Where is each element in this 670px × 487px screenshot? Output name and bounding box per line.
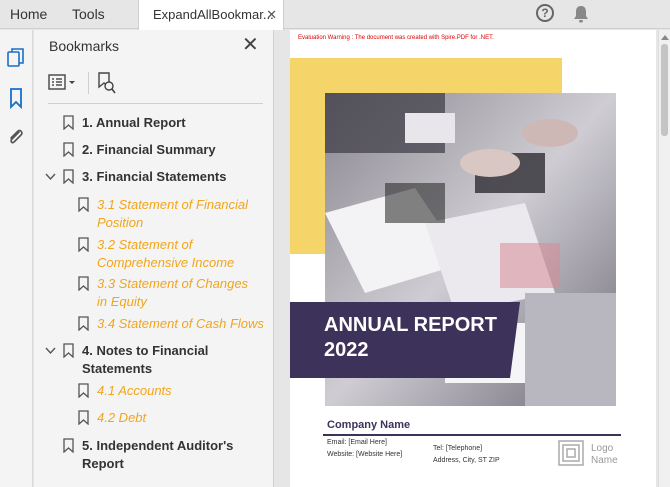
bookmark-label: 2. Financial Summary (82, 142, 216, 157)
bookmark-icon (78, 237, 89, 252)
bookmark-icon (63, 115, 74, 130)
bookmark-icon (78, 197, 89, 212)
tab-document-label: ExpandAllBookmar... (153, 7, 274, 22)
bookmarks-toolbar (48, 70, 263, 104)
tab-document[interactable]: ExpandAllBookmar... ✕ (138, 0, 284, 30)
close-icon[interactable]: ✕ (242, 34, 259, 56)
bookmark-item[interactable]: 2. Financial Summary (63, 141, 263, 159)
scroll-up-icon[interactable] (661, 35, 669, 40)
bookmark-label: 3.1 Statement of Financial Position (97, 197, 249, 230)
bookmark-icon (78, 316, 89, 331)
address-text: Address, City, ST ZIP (433, 457, 500, 464)
website-text: Website: [Website Here] (327, 451, 403, 458)
tab-bar: Home Tools ExpandAllBookmar... ✕ ? (0, 0, 670, 30)
bookmark-label: 4. Notes to Financial Statements (82, 343, 209, 376)
bookmark-item[interactable]: 1. Annual Report (63, 114, 263, 132)
bookmark-icon (63, 438, 74, 453)
tel-text: Tel: [Telephone] (433, 445, 483, 452)
pages-icon[interactable] (6, 47, 26, 69)
attachment-icon[interactable] (6, 126, 26, 148)
company-divider (323, 434, 621, 436)
logo-line2: Name (591, 455, 618, 466)
bookmark-icon (78, 410, 89, 425)
bookmark-label: 3.2 Statement of Comprehensive Income (97, 237, 235, 270)
bookmarks-panel: Bookmarks ✕ 1. Annual Report 2. Financia… (34, 30, 274, 487)
bookmark-label: 3.4 Statement of Cash Flows (97, 316, 264, 331)
document-view: Evaluation Warning : The document was cr… (275, 30, 670, 487)
chevron-down-icon[interactable] (45, 173, 56, 181)
help-icon[interactable]: ? (536, 4, 554, 22)
bookmark-icon (63, 169, 74, 184)
report-title-line2: 2022 (324, 339, 369, 361)
bookmark-icon (63, 142, 74, 157)
logo-name: Logo Name (591, 443, 618, 467)
evaluation-warning: Evaluation Warning : The document was cr… (298, 35, 494, 41)
report-title-line1: ANNUAL REPORT (324, 314, 497, 336)
bookmark-item[interactable]: 3.4 Statement of Cash Flows (78, 315, 268, 333)
bookmark-icon[interactable] (6, 87, 26, 109)
logo-line1: Logo (591, 443, 614, 454)
toolbar-divider (88, 72, 89, 94)
tab-home[interactable]: Home (10, 0, 47, 29)
bookmark-item[interactable]: 3. Financial Statements (63, 168, 263, 186)
bookmark-item[interactable]: 4.1 Accounts (78, 382, 253, 400)
report-title: ANNUAL REPORT 2022 (324, 313, 514, 363)
vertical-scrollbar[interactable] (658, 30, 670, 487)
contact-right: Tel: [Telephone] Address, City, ST ZIP (433, 443, 500, 467)
scroll-thumb[interactable] (661, 44, 668, 136)
bookmark-label: 3.3 Statement of Changes in Equity (97, 276, 249, 309)
pdf-page: Evaluation Warning : The document was cr… (290, 30, 656, 487)
options-list-icon[interactable] (48, 72, 82, 94)
bookmark-label: 1. Annual Report (82, 115, 186, 130)
contact-left: Email: [Email Here] Website: [Website He… (327, 437, 402, 461)
bookmark-label: 4.2 Debt (97, 410, 147, 425)
bookmark-label: 5. Independent Auditor's Report (82, 438, 234, 471)
bell-icon[interactable] (572, 4, 590, 24)
bookmark-label: 3. Financial Statements (82, 169, 227, 184)
bookmark-icon (78, 383, 89, 398)
bookmark-item[interactable]: 3.2 Statement of Comprehensive Income (78, 236, 253, 271)
close-icon[interactable]: ✕ (266, 0, 277, 29)
bookmark-icon (63, 343, 74, 358)
bookmark-item[interactable]: 5. Independent Auditor's Report (63, 437, 248, 472)
logo-icon (558, 440, 584, 466)
bookmark-item[interactable]: 3.3 Statement of Changes in Equity (78, 275, 253, 310)
company-name: Company Name (327, 419, 411, 431)
left-icon-rail (0, 30, 33, 487)
bookmark-item[interactable]: 4.2 Debt (78, 409, 253, 427)
chevron-down-icon[interactable] (45, 347, 56, 355)
tab-tools[interactable]: Tools (72, 0, 105, 29)
email-text: Email: [Email Here] (327, 439, 387, 446)
find-bookmark-icon[interactable] (96, 71, 116, 95)
bookmark-item[interactable]: 4. Notes to Financial Statements (63, 342, 248, 377)
bookmark-icon (78, 276, 89, 291)
bookmark-item[interactable]: 3.1 Statement of Financial Position (78, 196, 253, 231)
bookmark-label: 4.1 Accounts (97, 383, 172, 398)
panel-title: Bookmarks (49, 38, 120, 54)
